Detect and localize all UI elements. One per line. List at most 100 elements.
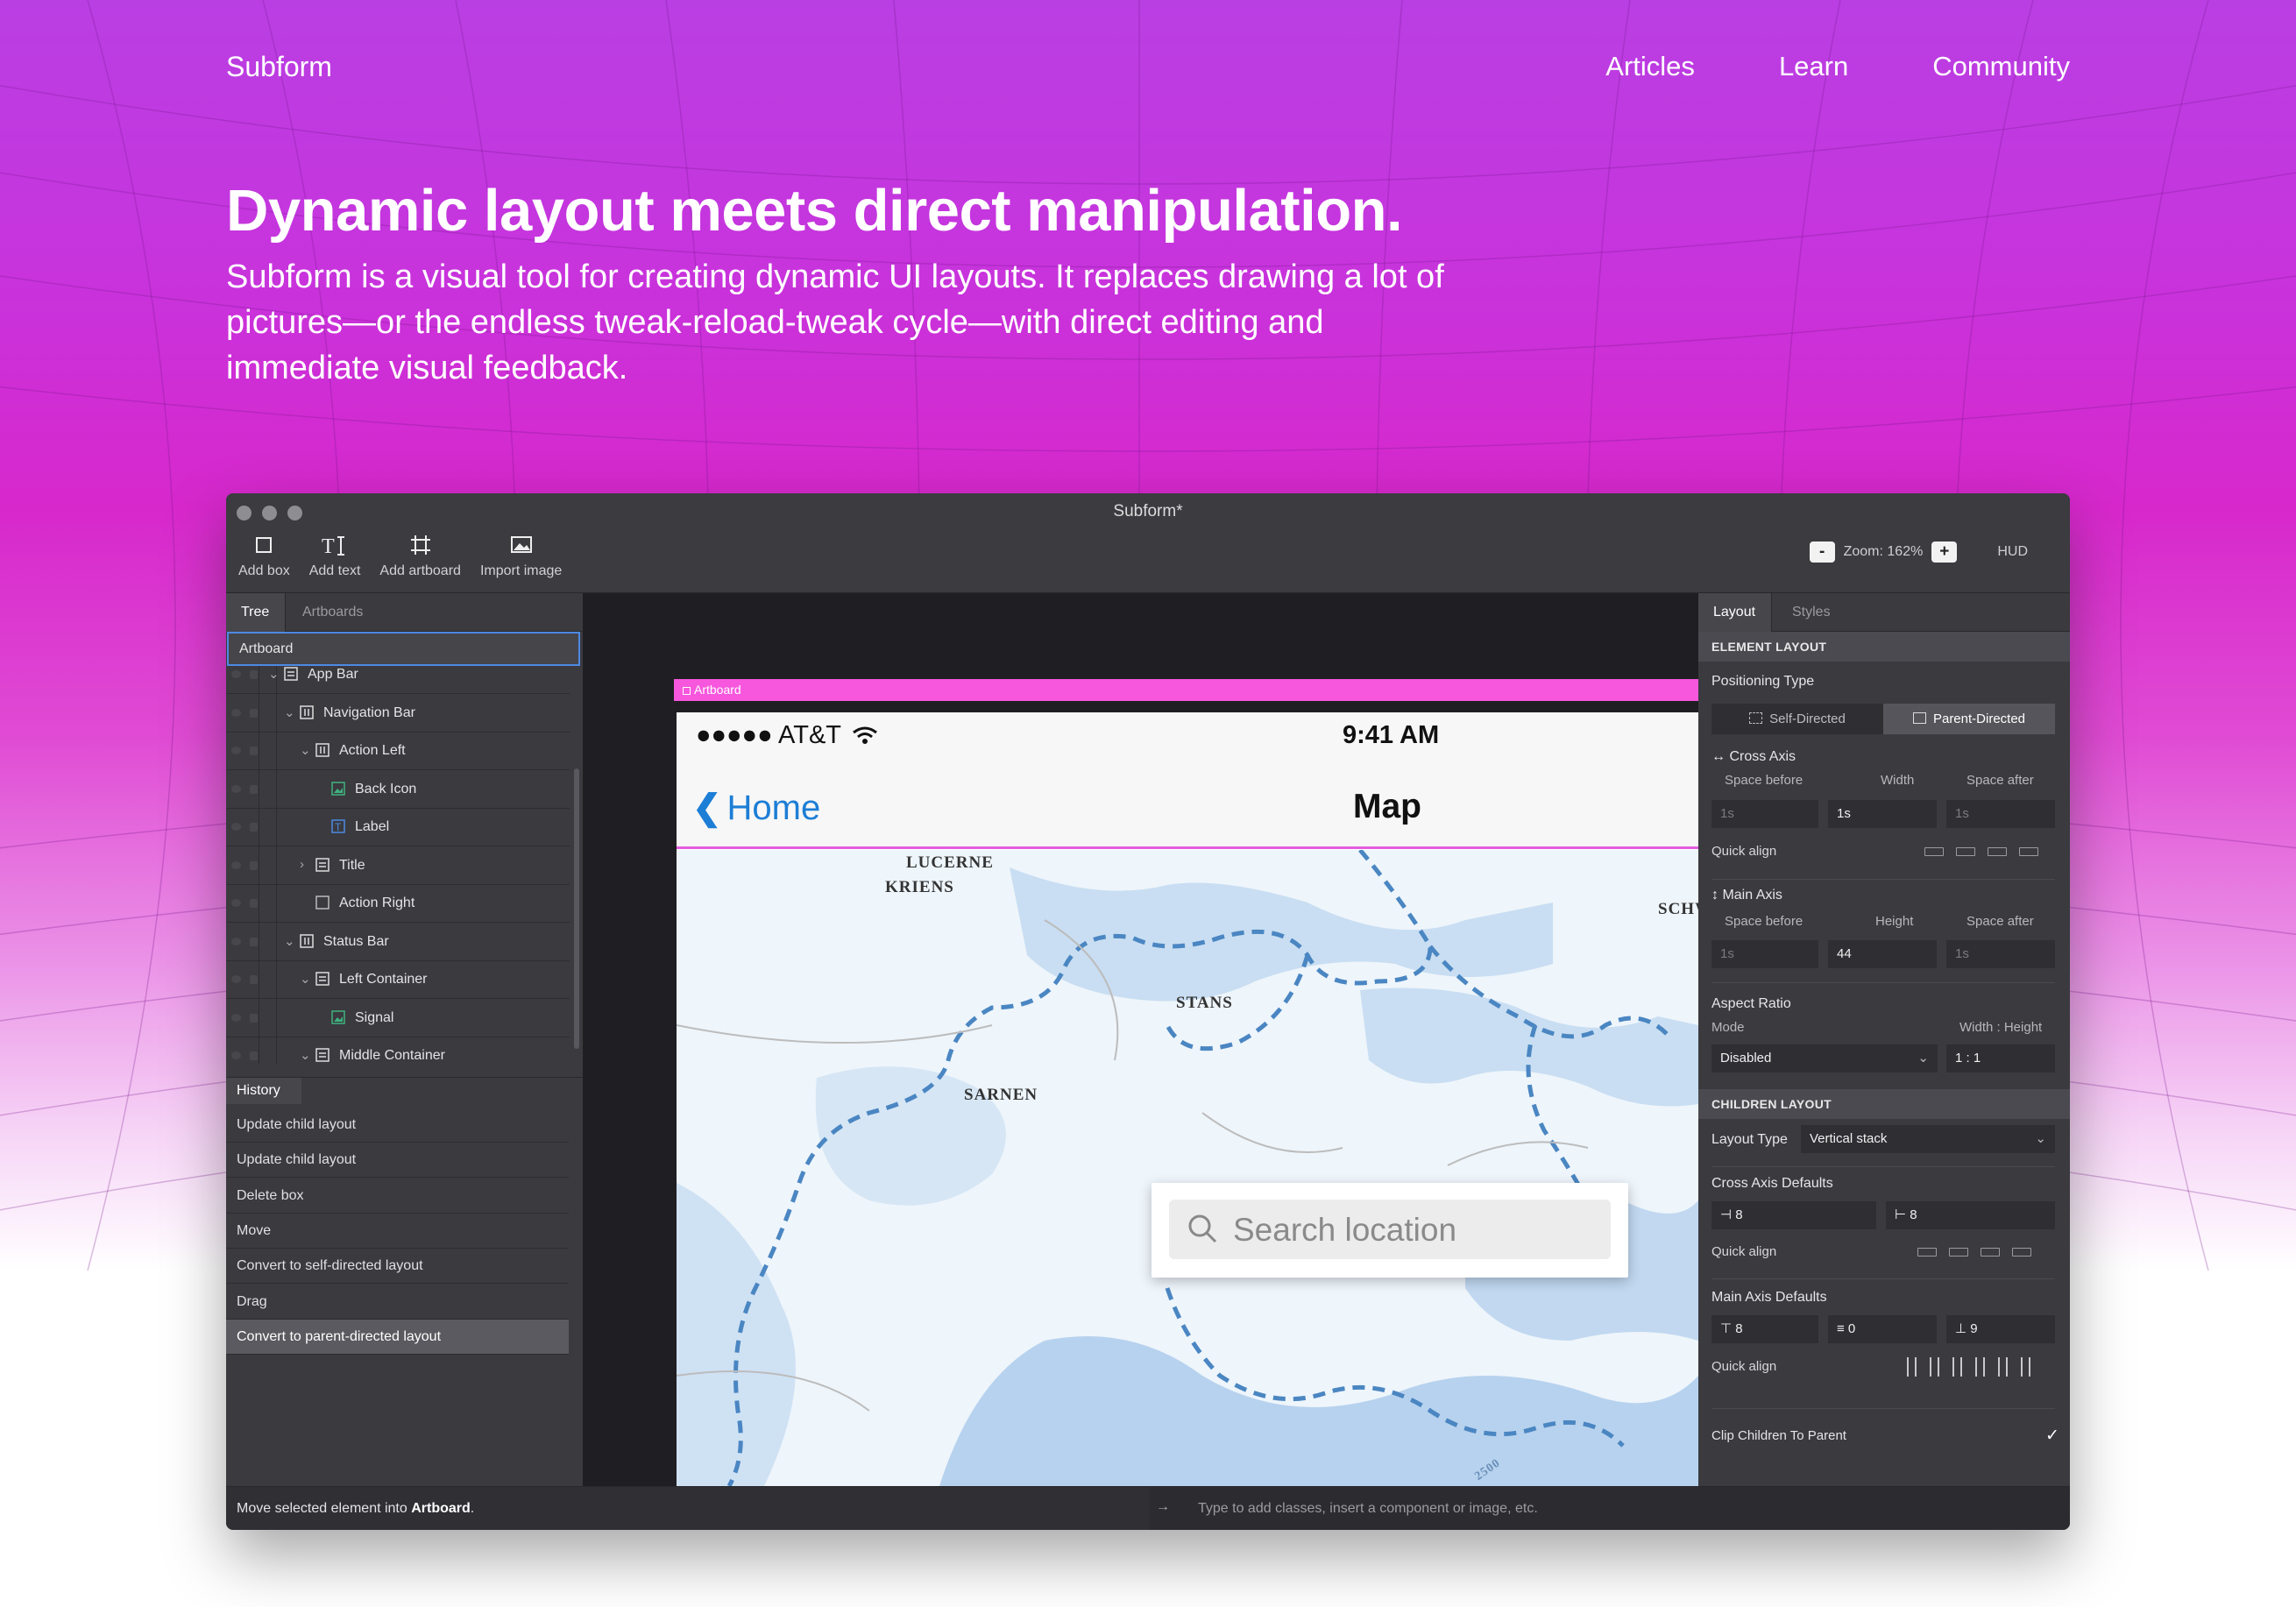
cross-width-input[interactable]: 1s — [1828, 800, 1937, 828]
chevron-down-icon[interactable]: ⌄ — [300, 971, 311, 987]
nav-link-community[interactable]: Community — [1932, 51, 2070, 82]
tab-tree[interactable]: Tree — [226, 593, 286, 632]
space-between-icon[interactable] — [1975, 1357, 1985, 1377]
cross-default-before-input[interactable]: ⊣ 8 — [1711, 1201, 1876, 1229]
chevron-down-icon[interactable]: ⌄ — [284, 933, 295, 949]
align-start-icon[interactable] — [1924, 847, 1944, 856]
space-around-icon[interactable] — [1998, 1357, 2008, 1377]
chevron-down-icon[interactable]: ⌄ — [284, 704, 295, 720]
visibility-icon[interactable] — [231, 708, 241, 717]
canvas[interactable]: Artboard ●●●●● AT&T 9:41 AM ❮ Home Map L… — [583, 593, 1698, 1486]
tree-row[interactable]: Back Icon — [226, 771, 570, 809]
main-height-input[interactable]: 44 — [1828, 940, 1937, 968]
lock-icon[interactable] — [250, 823, 258, 832]
tree-row[interactable]: › Title — [226, 847, 570, 885]
main-default-before-input[interactable]: ⊤ 8 — [1711, 1315, 1818, 1343]
history-item[interactable]: Move — [226, 1214, 569, 1249]
add-artboard-button[interactable]: Add artboard — [379, 530, 461, 579]
align-center-icon[interactable] — [1949, 1248, 1968, 1257]
tree-row[interactable]: Action Right — [226, 885, 570, 923]
tab-layout[interactable]: Layout — [1698, 593, 1772, 632]
nav-link-articles[interactable]: Articles — [1605, 51, 1695, 82]
lock-icon[interactable] — [250, 937, 258, 946]
map-view[interactable]: LUCERNE KRIENS SCHW STANS SARNEN 2500 Se… — [677, 850, 1698, 1486]
lock-icon[interactable] — [250, 784, 258, 794]
back-button[interactable]: ❮ Home — [692, 788, 820, 828]
lock-icon[interactable] — [250, 747, 258, 755]
lock-icon[interactable] — [250, 860, 258, 870]
align-stretch-icon[interactable] — [2012, 1248, 2031, 1257]
history-item[interactable]: Drag — [226, 1285, 569, 1320]
brand-logo[interactable]: Subform — [226, 51, 332, 83]
align-end-icon[interactable] — [1988, 847, 2007, 856]
visibility-icon[interactable] — [231, 823, 241, 831]
tree-row[interactable]: Signal — [226, 1000, 570, 1037]
pack-center-icon[interactable] — [1930, 1357, 1939, 1377]
tab-artboards[interactable]: Artboards — [302, 593, 363, 632]
hud-toggle[interactable]: HUD — [1997, 544, 2028, 560]
visibility-icon[interactable] — [231, 747, 241, 754]
visibility-icon[interactable] — [231, 1051, 241, 1059]
chevron-down-icon[interactable]: ⌄ — [268, 666, 280, 682]
artboard-phone[interactable]: ●●●●● AT&T 9:41 AM ❮ Home Map LUCERNE KR… — [677, 712, 1698, 1486]
search-location-input[interactable]: Search location — [1169, 1200, 1611, 1259]
visibility-icon[interactable] — [231, 860, 241, 869]
main-space-before-input[interactable]: 1s — [1711, 940, 1818, 968]
chevron-right-icon[interactable]: › — [300, 857, 304, 872]
visibility-icon[interactable] — [231, 975, 241, 983]
lock-icon[interactable] — [250, 975, 258, 984]
aspect-mode-select[interactable]: Disabled ⌄ — [1711, 1044, 1938, 1073]
tree-row[interactable]: ⌄ Action Left — [226, 733, 570, 770]
nav-link-learn[interactable]: Learn — [1779, 51, 1848, 82]
aspect-ratio-input[interactable]: 1 : 1 — [1946, 1044, 2055, 1073]
tree-row[interactable]: ⌄ Status Bar — [226, 924, 570, 961]
clip-children-checkbox[interactable]: ✓ — [2045, 1426, 2065, 1445]
lock-icon[interactable] — [250, 670, 258, 679]
tree-row[interactable]: ⌄ App Bar — [226, 666, 570, 694]
command-input[interactable]: → Type to add classes, insert a componen… — [1150, 1487, 2070, 1530]
zoom-in-button[interactable]: + — [1931, 542, 1958, 563]
tree-row[interactable]: ⌄ Navigation Bar — [226, 695, 570, 733]
import-image-button[interactable]: Import image — [480, 530, 562, 579]
cross-space-before-input[interactable]: 1s — [1711, 800, 1818, 828]
align-end-icon[interactable] — [1981, 1248, 2000, 1257]
zoom-out-button[interactable]: - — [1809, 542, 1835, 563]
history-item[interactable]: Delete box — [226, 1179, 569, 1214]
align-stretch-icon[interactable] — [2019, 847, 2038, 856]
pack-start-icon[interactable] — [1907, 1357, 1917, 1377]
cross-default-after-input[interactable]: ⊢ 8 — [1886, 1201, 2055, 1229]
chevron-down-icon[interactable]: ⌄ — [300, 1047, 311, 1063]
tab-styles[interactable]: Styles — [1792, 593, 1831, 632]
layout-type-select[interactable]: Vertical stack ⌄ — [1801, 1125, 2055, 1153]
artboard-label[interactable]: Artboard — [674, 679, 1698, 701]
cross-space-after-input[interactable]: 1s — [1946, 800, 2055, 828]
tree-row[interactable]: ⌄ Middle Container — [226, 1037, 570, 1065]
main-space-after-input[interactable]: 1s — [1946, 940, 2055, 968]
space-evenly-icon[interactable] — [2021, 1357, 2030, 1377]
tree-scrollbar[interactable] — [574, 768, 579, 1049]
pack-end-icon[interactable] — [1952, 1357, 1962, 1377]
self-directed-option[interactable]: Self-Directed — [1711, 704, 1883, 734]
selected-artboard-row[interactable]: Artboard — [227, 632, 580, 666]
tab-history[interactable]: History — [226, 1078, 301, 1104]
tree-row[interactable]: T Label — [226, 809, 570, 846]
main-default-between-input[interactable]: ≡ 0 — [1828, 1315, 1937, 1343]
align-start-icon[interactable] — [1917, 1248, 1937, 1257]
add-box-button[interactable]: Add box — [238, 530, 290, 579]
align-center-icon[interactable] — [1956, 847, 1975, 856]
history-item[interactable]: Convert to self-directed layout — [226, 1249, 569, 1285]
history-item[interactable]: Update child layout — [226, 1108, 569, 1143]
lock-icon[interactable] — [250, 899, 258, 908]
tree-row[interactable]: ⌄ Left Container — [226, 961, 570, 999]
parent-directed-option[interactable]: Parent-Directed — [1883, 704, 2055, 734]
visibility-icon[interactable] — [231, 899, 241, 907]
lock-icon[interactable] — [250, 1051, 258, 1060]
chevron-down-icon[interactable]: ⌄ — [300, 742, 311, 758]
lock-icon[interactable] — [250, 708, 258, 718]
visibility-icon[interactable] — [231, 937, 241, 945]
visibility-icon[interactable] — [231, 670, 241, 678]
history-item[interactable]: Convert to parent-directed layout — [226, 1319, 569, 1355]
visibility-icon[interactable] — [231, 784, 241, 793]
add-text-button[interactable]: T Add text — [309, 530, 361, 579]
main-default-after-input[interactable]: ⊥ 9 — [1946, 1315, 2055, 1343]
